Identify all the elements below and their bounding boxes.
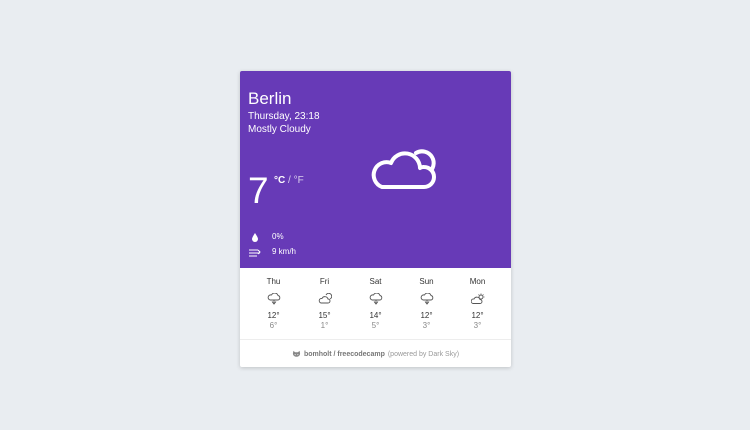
unit-separator: /: [288, 175, 291, 186]
current-weather-panel: Berlin Thursday, 23:18 Mostly Cloudy 7 °…: [240, 71, 511, 268]
forecast-day: Thu 12° 6°: [248, 277, 299, 337]
forecast-low: 3°: [473, 321, 482, 330]
weather-card: Berlin Thursday, 23:18 Mostly Cloudy 7 °…: [240, 71, 511, 367]
forecast-day-name: Sun: [419, 277, 434, 286]
forecast-low: 5°: [371, 321, 380, 330]
forecast-high: 12°: [471, 311, 484, 320]
forecast-day: Mon 12° 3°: [452, 277, 503, 337]
github-icon[interactable]: [292, 350, 301, 359]
forecast-day-name: Thu: [266, 277, 281, 286]
forecast-low: 1°: [320, 321, 329, 330]
date-time: Thursday, 23:18: [248, 111, 320, 122]
fahrenheit-toggle[interactable]: °F: [294, 175, 304, 186]
forecast-high: 14°: [369, 311, 382, 320]
forecast-day-name: Fri: [319, 277, 330, 286]
cloud-moon-icon: [318, 293, 332, 304]
forecast-day: Sun 12° 3°: [401, 277, 452, 337]
powered-by-text: (powered by Dark Sky): [387, 350, 460, 358]
precipitation-value: 0%: [272, 232, 284, 241]
condition-text: Mostly Cloudy: [248, 124, 311, 135]
forecast-day-name: Sat: [369, 277, 382, 286]
forecast-day-name: Mon: [469, 277, 486, 286]
city-name: Berlin: [248, 89, 292, 108]
forecast-high: 12°: [267, 311, 280, 320]
repo-link[interactable]: bomholt / freecodecamp: [304, 351, 385, 358]
wind-value: 9 km/h: [272, 247, 297, 256]
wind-icon: [249, 249, 261, 257]
celsius-toggle[interactable]: °C: [274, 175, 285, 186]
current-temperature: 7: [248, 170, 269, 211]
forecast-day: Sat 14° 5°: [350, 277, 401, 337]
forecast-high: 15°: [318, 311, 331, 320]
wind-stat: 9 km/h: [248, 247, 296, 257]
raindrop-icon: [252, 233, 258, 242]
cloud-sun-icon: [470, 293, 484, 304]
unit-toggle: °C / °F: [274, 175, 304, 187]
forecast-day: Fri 15° 1°: [299, 277, 350, 337]
cloud-rain-icon: [267, 293, 280, 305]
cloud-rain-icon: [420, 293, 433, 305]
cloud-moon-icon: [371, 149, 436, 189]
forecast-low: 3°: [422, 321, 431, 330]
footer: bomholt / freecodecamp (powered by Dark …: [240, 339, 511, 367]
forecast-high: 12°: [420, 311, 433, 320]
cloud-rain-icon: [369, 293, 382, 305]
forecast-low: 6°: [269, 321, 278, 330]
precipitation-stat: 0%: [248, 232, 284, 242]
forecast-list: Thu 12° 6° Fri 15° 1° Sat 14° 5° Sun 12°…: [248, 277, 503, 337]
